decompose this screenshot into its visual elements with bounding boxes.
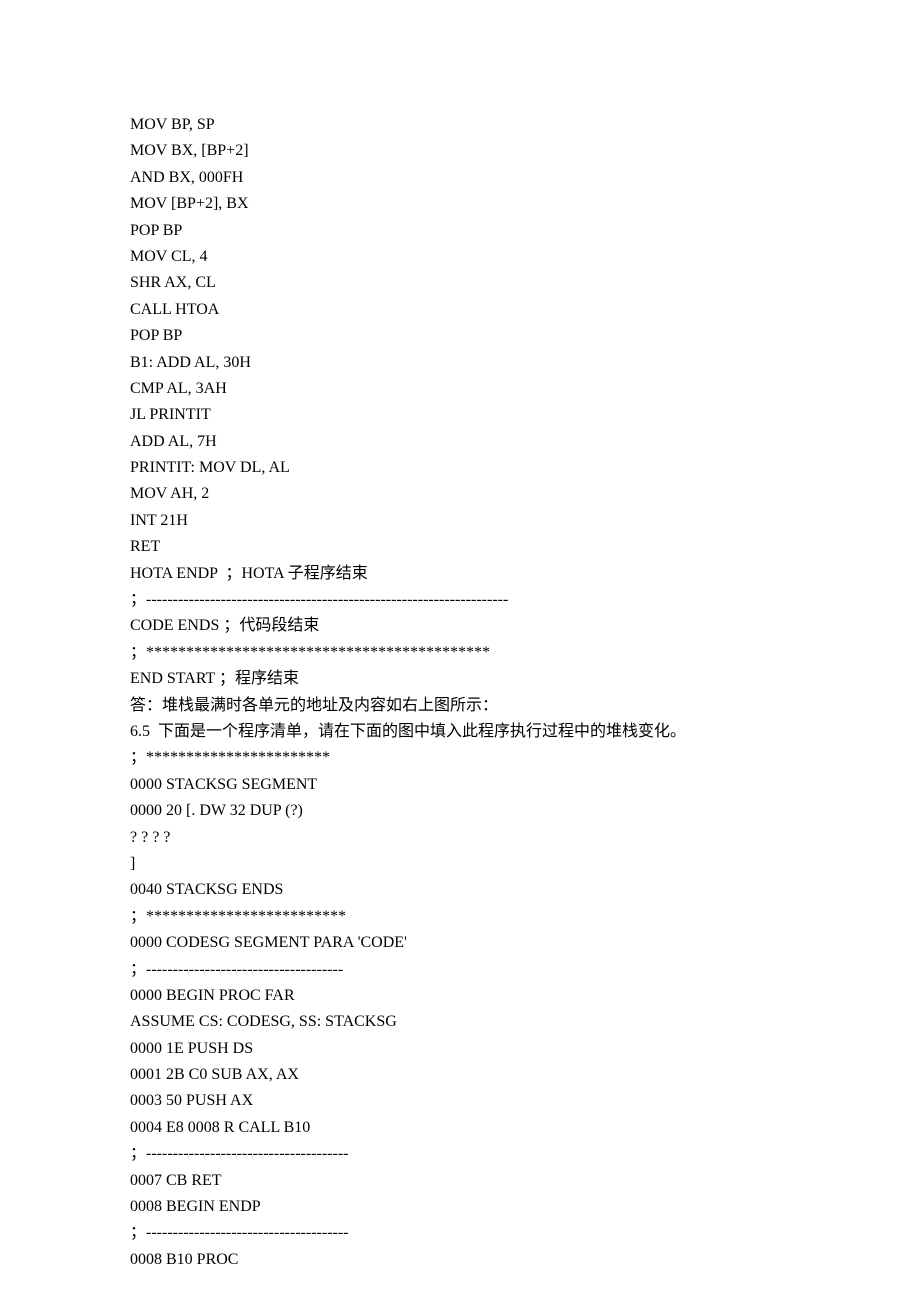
code-line: ADD AL, 7H bbox=[130, 429, 790, 455]
code-line: PRINTIT: MOV DL, AL bbox=[130, 455, 790, 481]
code-line: 6.5 下面是一个程序清单，请在下面的图中填入此程序执行过程中的堆栈变化。 bbox=[130, 719, 790, 745]
code-line: SHR AX, CL bbox=[130, 270, 790, 296]
code-line: ；***************************************… bbox=[130, 640, 790, 666]
code-line: B1: ADD AL, 30H bbox=[130, 350, 790, 376]
code-line: MOV [BP+2], BX bbox=[130, 191, 790, 217]
code-line: MOV BX, [BP+2] bbox=[130, 138, 790, 164]
code-line: ；-------------------------------------- bbox=[130, 1141, 790, 1167]
code-line: POP BP bbox=[130, 323, 790, 349]
code-line: INT 21H bbox=[130, 508, 790, 534]
code-line: 0003 50 PUSH AX bbox=[130, 1088, 790, 1114]
code-line: RET bbox=[130, 534, 790, 560]
code-line: ；************************* bbox=[130, 904, 790, 930]
code-line: JL PRINTIT bbox=[130, 402, 790, 428]
code-line: 答：堆栈最满时各单元的地址及内容如右上图所示： bbox=[130, 693, 790, 719]
code-line: MOV BP, SP bbox=[130, 112, 790, 138]
code-line: POP BP bbox=[130, 218, 790, 244]
code-line: ] bbox=[130, 851, 790, 877]
code-line: CODE ENDS ；代码段结束 bbox=[130, 613, 790, 639]
code-line: ? ? ? ? bbox=[130, 825, 790, 851]
code-line: CMP AL, 3AH bbox=[130, 376, 790, 402]
code-line: HOTA ENDP ；HOTA 子程序结束 bbox=[130, 561, 790, 587]
code-line: AND BX, 000FH bbox=[130, 165, 790, 191]
code-line: ；---------------------------------------… bbox=[130, 587, 790, 613]
code-line: ；-------------------------------------- bbox=[130, 1220, 790, 1246]
code-line: 0008 B10 PROC bbox=[130, 1247, 790, 1273]
code-line: 0000 STACKSG SEGMENT bbox=[130, 772, 790, 798]
code-line: END START ；程序结束 bbox=[130, 666, 790, 692]
code-line: 0004 E8 0008 R CALL B10 bbox=[130, 1115, 790, 1141]
code-line: ；*********************** bbox=[130, 745, 790, 771]
code-line: 0040 STACKSG ENDS bbox=[130, 877, 790, 903]
code-line: ASSUME CS: CODESG, SS: STACKSG bbox=[130, 1009, 790, 1035]
document-content: MOV BP, SPMOV BX, [BP+2]AND BX, 000FHMOV… bbox=[130, 112, 790, 1273]
code-line: 0007 CB RET bbox=[130, 1168, 790, 1194]
code-line: 0008 BEGIN ENDP bbox=[130, 1194, 790, 1220]
code-line: 0000 1E PUSH DS bbox=[130, 1036, 790, 1062]
code-line: MOV AH, 2 bbox=[130, 481, 790, 507]
code-line: MOV CL, 4 bbox=[130, 244, 790, 270]
code-line: 0000 CODESG SEGMENT PARA 'CODE' bbox=[130, 930, 790, 956]
code-line: ；------------------------------------- bbox=[130, 957, 790, 983]
code-line: CALL HTOA bbox=[130, 297, 790, 323]
code-line: 0000 BEGIN PROC FAR bbox=[130, 983, 790, 1009]
code-line: 0000 20 [. DW 32 DUP (?) bbox=[130, 798, 790, 824]
code-line: 0001 2B C0 SUB AX, AX bbox=[130, 1062, 790, 1088]
